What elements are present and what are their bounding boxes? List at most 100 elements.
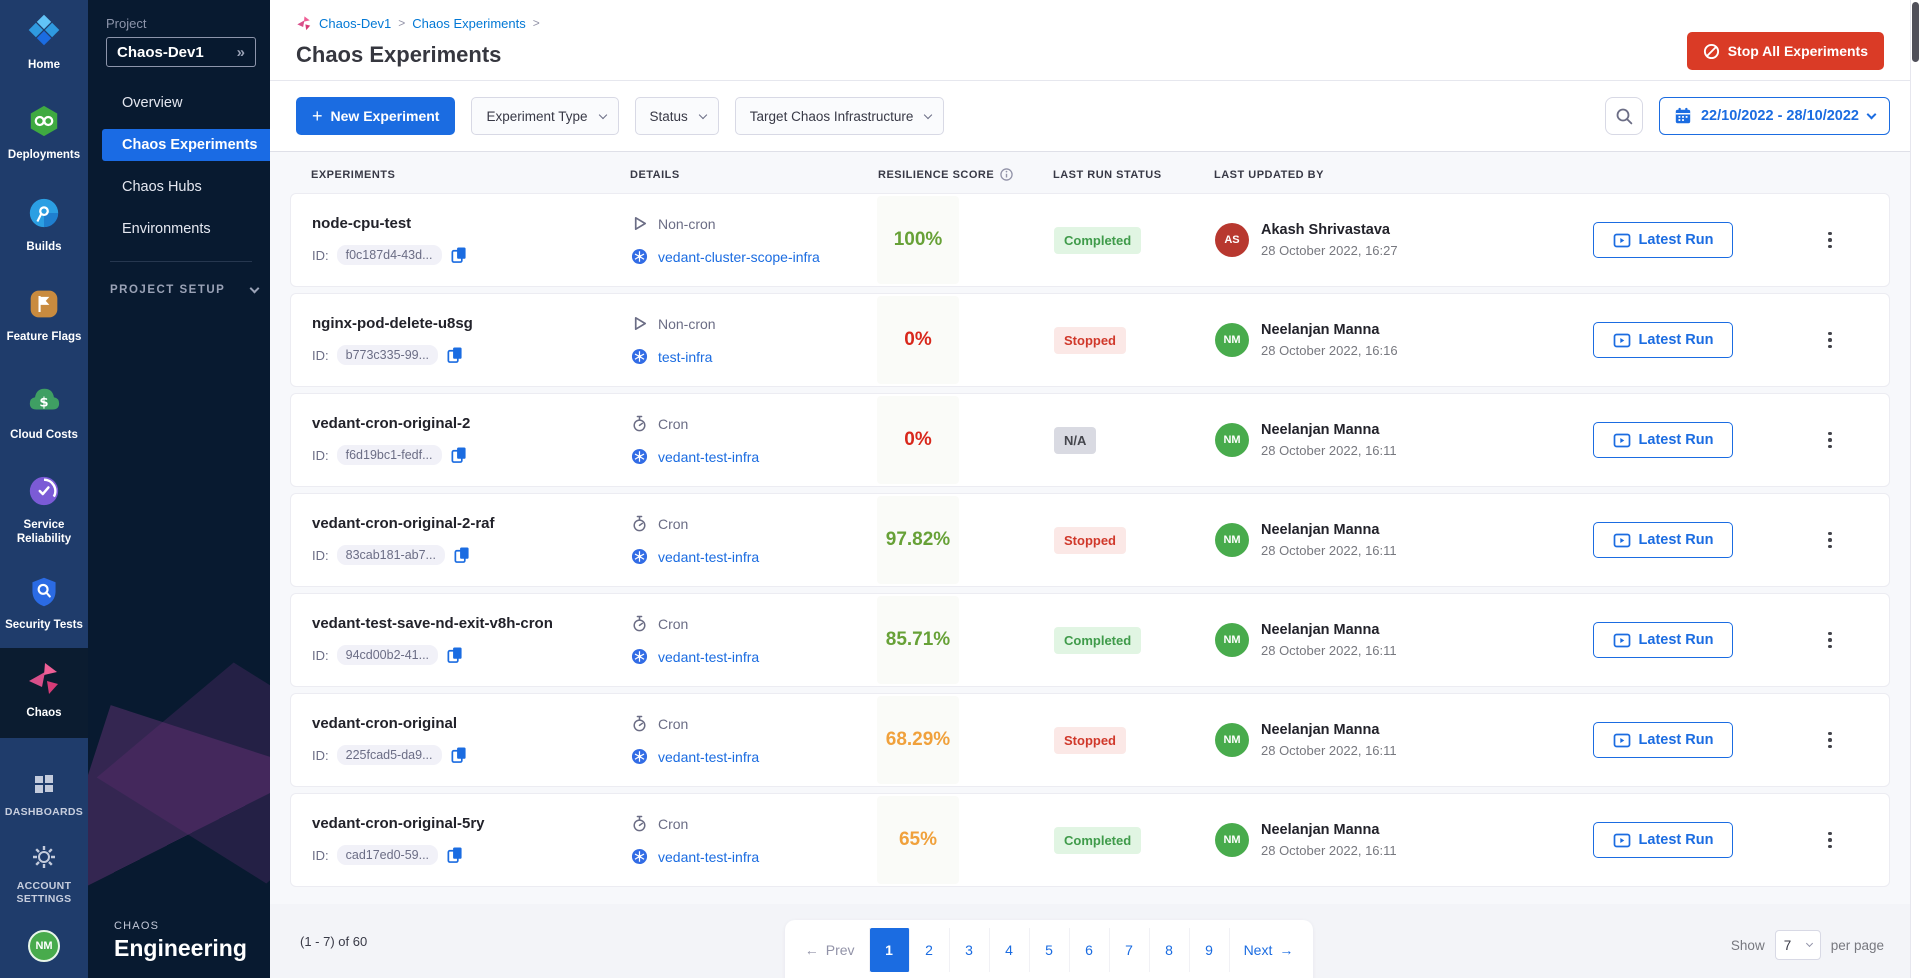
- info-icon[interactable]: [1000, 168, 1013, 181]
- page-title: Chaos Experiments: [270, 32, 1920, 80]
- date-range-picker[interactable]: 22/10/2022 - 28/10/2022: [1659, 97, 1890, 135]
- table-row[interactable]: vedant-cron-original ID:225fcad5-da9... …: [290, 693, 1890, 787]
- kebab-menu-icon[interactable]: [1822, 626, 1838, 655]
- infra-link[interactable]: vedant-test-infra: [658, 649, 759, 665]
- sidebar-item-dashboards[interactable]: DASHBOARDS: [0, 772, 88, 819]
- experiment-name[interactable]: vedant-cron-original: [312, 715, 457, 732]
- table-row[interactable]: vedant-test-save-nd-exit-v8h-cron ID:94c…: [290, 593, 1890, 687]
- experiment-name[interactable]: vedant-cron-original-2-raf: [312, 515, 495, 532]
- latest-run-button[interactable]: Latest Run: [1593, 822, 1733, 858]
- filter-experiment-type[interactable]: Experiment Type: [471, 97, 618, 135]
- kebab-menu-icon[interactable]: [1822, 326, 1838, 355]
- user-avatar[interactable]: NM: [28, 930, 60, 962]
- run-icon: [1613, 832, 1631, 849]
- kebab-menu-icon[interactable]: [1822, 226, 1838, 255]
- per-page-label: per page: [1831, 938, 1884, 953]
- page-size-select[interactable]: 7: [1775, 930, 1821, 960]
- chevron-down-icon: [699, 110, 707, 118]
- breadcrumb-project-link[interactable]: Chaos-Dev1: [319, 16, 391, 31]
- copy-icon[interactable]: [450, 246, 467, 264]
- copy-icon[interactable]: [446, 846, 463, 864]
- latest-run-button[interactable]: Latest Run: [1593, 622, 1733, 658]
- scrollbar-track[interactable]: [1910, 0, 1920, 978]
- copy-icon[interactable]: [450, 446, 467, 464]
- kebab-menu-icon[interactable]: [1822, 526, 1838, 555]
- copy-icon[interactable]: [446, 646, 463, 664]
- nav-item-overview[interactable]: Overview: [88, 87, 270, 119]
- sidebar-item-chaos[interactable]: Chaos: [0, 660, 88, 720]
- kebab-menu-icon[interactable]: [1822, 826, 1838, 855]
- project-setup-toggle[interactable]: PROJECT SETUP: [110, 284, 270, 296]
- sidebar-item-service-reliability[interactable]: Service Reliability: [0, 474, 88, 547]
- breadcrumb-page-link[interactable]: Chaos Experiments: [412, 16, 525, 31]
- latest-run-button[interactable]: Latest Run: [1593, 522, 1733, 558]
- sidebar-item-security-tests[interactable]: Security Tests: [0, 576, 88, 632]
- stop-all-experiments-button[interactable]: Stop All Experiments: [1687, 32, 1884, 70]
- avatar: NM: [1215, 323, 1249, 357]
- scrollbar-thumb[interactable]: [1912, 2, 1919, 62]
- table-row[interactable]: vedant-cron-original-5ry ID:cad17ed0-59.…: [290, 793, 1890, 887]
- page-number[interactable]: 7: [1110, 928, 1150, 972]
- infra-link[interactable]: vedant-test-infra: [658, 449, 759, 465]
- plus-icon: +: [312, 106, 323, 127]
- sidebar-item-feature-flags[interactable]: Feature Flags: [0, 288, 88, 344]
- nav-item-chaos-hubs[interactable]: Chaos Hubs: [88, 171, 270, 203]
- sidebar-item-builds[interactable]: Builds: [0, 196, 88, 254]
- infra-link[interactable]: vedant-test-infra: [658, 549, 759, 565]
- infra-link[interactable]: test-infra: [658, 349, 712, 365]
- table-row[interactable]: node-cpu-test ID:f0c187d4-43d... Non-cro…: [290, 193, 1890, 287]
- filter-target-infrastructure[interactable]: Target Chaos Infrastructure: [735, 97, 945, 135]
- copy-icon[interactable]: [446, 346, 463, 364]
- expand-panel-icon[interactable]: »: [237, 44, 245, 61]
- nav-item-environments[interactable]: Environments: [88, 213, 270, 245]
- kebab-menu-icon[interactable]: [1822, 726, 1838, 755]
- user-name: Neelanjan Manna: [1261, 422, 1397, 438]
- next-label: Next: [1244, 942, 1273, 958]
- page-number[interactable]: 3: [950, 928, 990, 972]
- experiment-name[interactable]: node-cpu-test: [312, 215, 411, 232]
- next-page-button[interactable]: Next→: [1230, 928, 1308, 972]
- infra-link[interactable]: vedant-test-infra: [658, 849, 759, 865]
- experiment-name[interactable]: vedant-test-save-nd-exit-v8h-cron: [312, 615, 553, 632]
- sidebar-item-cloud-costs[interactable]: $ Cloud Costs: [0, 384, 88, 442]
- project-menu: Overview Chaos Experiments Chaos Hubs En…: [88, 87, 270, 245]
- page-number[interactable]: 2: [910, 928, 950, 972]
- sidebar-item-account-settings[interactable]: ACCOUNT SETTINGS: [0, 844, 88, 906]
- copy-icon[interactable]: [450, 746, 467, 764]
- page-number[interactable]: 4: [990, 928, 1030, 972]
- latest-run-button[interactable]: Latest Run: [1593, 222, 1733, 258]
- search-button[interactable]: [1605, 97, 1643, 135]
- updated-date: 28 October 2022, 16:11: [1261, 543, 1397, 558]
- experiment-name[interactable]: vedant-cron-original-5ry: [312, 815, 485, 832]
- avatar: NM: [1215, 423, 1249, 457]
- page-number[interactable]: 5: [1030, 928, 1070, 972]
- table-header: EXPERIMENTS DETAILS RESILIENCE SCORE LAS…: [290, 152, 1890, 193]
- infra-link[interactable]: vedant-test-infra: [658, 749, 759, 765]
- page-number[interactable]: 6: [1070, 928, 1110, 972]
- prev-label: Prev: [826, 942, 855, 958]
- nav-item-chaos-experiments[interactable]: Chaos Experiments: [102, 129, 270, 161]
- sidebar-item-home[interactable]: Home: [0, 12, 88, 72]
- infra-link[interactable]: vedant-cluster-scope-infra: [658, 249, 820, 265]
- filter-status[interactable]: Status: [635, 97, 719, 135]
- experiment-name[interactable]: vedant-cron-original-2: [312, 415, 470, 432]
- latest-run-button[interactable]: Latest Run: [1593, 722, 1733, 758]
- prev-page-button[interactable]: ←Prev: [791, 928, 870, 972]
- table-row[interactable]: vedant-cron-original-2 ID:f6d19bc1-fedf.…: [290, 393, 1890, 487]
- copy-icon[interactable]: [453, 546, 470, 564]
- experiment-name[interactable]: nginx-pod-delete-u8sg: [312, 315, 473, 332]
- run-icon: [1613, 232, 1631, 249]
- latest-run-button[interactable]: Latest Run: [1593, 422, 1733, 458]
- page-number[interactable]: 8: [1150, 928, 1190, 972]
- latest-run-button[interactable]: Latest Run: [1593, 322, 1733, 358]
- kebab-menu-icon[interactable]: [1822, 426, 1838, 455]
- new-experiment-button[interactable]: + New Experiment: [296, 97, 455, 135]
- security-tests-icon: [28, 576, 60, 613]
- avatar: AS: [1215, 223, 1249, 257]
- sidebar-item-deployments[interactable]: Deployments: [0, 104, 88, 162]
- table-row[interactable]: nginx-pod-delete-u8sg ID:b773c335-99... …: [290, 293, 1890, 387]
- page-number[interactable]: 1: [870, 928, 910, 972]
- page-number[interactable]: 9: [1190, 928, 1230, 972]
- project-selector[interactable]: Chaos-Dev1 »: [106, 37, 256, 67]
- table-row[interactable]: vedant-cron-original-2-raf ID:83cab181-a…: [290, 493, 1890, 587]
